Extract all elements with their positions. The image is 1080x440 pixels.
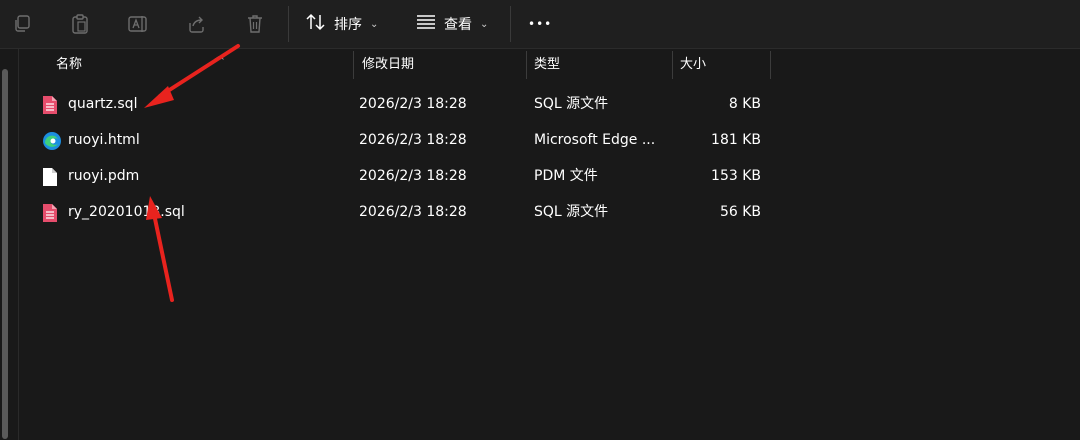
file-date: 2026/2/3 18:28	[359, 132, 467, 148]
delete-icon[interactable]	[237, 8, 273, 40]
column-divider[interactable]	[770, 51, 771, 79]
more-options-button[interactable]: •••	[528, 8, 552, 40]
sort-icon	[306, 13, 326, 35]
file-date: 2026/2/3 18:28	[359, 168, 467, 184]
file-list-pane: ︿ 名称 修改日期 类型 大小 quartz.sql 2026/2/3 18:2…	[0, 49, 1080, 440]
column-header-modified[interactable]: 修改日期	[354, 49, 414, 81]
view-label: 查看	[444, 17, 472, 33]
more-icon: •••	[528, 17, 553, 31]
rename-icon[interactable]	[120, 8, 156, 40]
column-header-size[interactable]: 大小	[672, 49, 706, 81]
toolbar-divider	[288, 6, 289, 42]
sort-menu-button[interactable]: 排序 ⌄	[306, 8, 378, 40]
paste-icon[interactable]	[62, 8, 98, 40]
file-type: Microsoft Edge ...	[534, 132, 656, 148]
file-type: PDM 文件	[534, 168, 598, 184]
file-date: 2026/2/3 18:28	[359, 96, 467, 112]
file-row[interactable]: ry_20201013.sql 2026/2/3 18:28 SQL 源文件 5…	[20, 195, 780, 229]
pane-divider	[18, 49, 19, 440]
file-row[interactable]: ruoyi.html 2026/2/3 18:28 Microsoft Edge…	[20, 123, 780, 157]
file-size: 181 KB	[711, 132, 761, 148]
sort-label: 排序	[334, 17, 362, 33]
file-size: 8 KB	[728, 96, 761, 112]
view-icon	[416, 14, 436, 34]
column-header-row: ︿ 名称 修改日期 类型 大小	[20, 49, 780, 81]
file-name: quartz.sql	[68, 96, 138, 112]
view-menu-button[interactable]: 查看 ⌄	[416, 8, 488, 40]
command-bar: 排序 ⌄ 查看 ⌄ •••	[0, 0, 1080, 49]
edge-icon	[42, 131, 61, 151]
sql-file-icon	[42, 203, 60, 223]
file-name: ry_20201013.sql	[68, 204, 185, 220]
file-size: 153 KB	[711, 168, 761, 184]
blank-file-icon	[42, 167, 60, 187]
column-header-name[interactable]: 名称	[48, 49, 82, 81]
vertical-scrollbar[interactable]	[2, 69, 8, 439]
file-type: SQL 源文件	[534, 96, 609, 112]
chevron-down-icon: ⌄	[480, 18, 489, 30]
file-name: ruoyi.pdm	[68, 168, 140, 184]
share-icon[interactable]	[178, 8, 214, 40]
file-row[interactable]: ruoyi.pdm 2026/2/3 18:28 PDM 文件 153 KB	[20, 159, 780, 193]
file-name: ruoyi.html	[68, 132, 140, 148]
file-row[interactable]: quartz.sql 2026/2/3 18:28 SQL 源文件 8 KB	[20, 87, 780, 121]
toolbar-divider	[510, 6, 511, 42]
chevron-down-icon: ⌄	[370, 18, 379, 30]
column-header-type[interactable]: 类型	[526, 49, 560, 81]
copy-icon[interactable]	[4, 8, 40, 40]
file-date: 2026/2/3 18:28	[359, 204, 467, 220]
file-size: 56 KB	[719, 204, 761, 220]
sql-file-icon	[42, 95, 60, 115]
sort-ascending-icon: ︿	[214, 51, 224, 62]
file-type: SQL 源文件	[534, 204, 609, 220]
